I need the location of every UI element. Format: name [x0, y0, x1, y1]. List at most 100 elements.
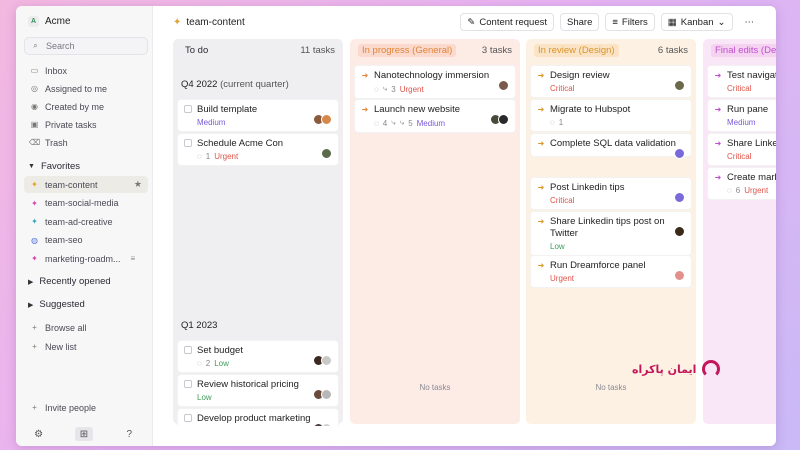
task-card[interactable]: ➜ Run Dreamforce panel Urgent — [530, 255, 692, 288]
group-name: Q1 2023 — [181, 320, 218, 331]
priority-label: Urgent — [399, 84, 424, 94]
search-icon: ⌕ — [33, 41, 38, 50]
new-list-button[interactable]: + New list — [24, 338, 148, 355]
browse-all-button[interactable]: + Browse all — [24, 319, 148, 336]
avatar — [321, 389, 332, 400]
compose-icon[interactable]: ⊞ — [74, 427, 93, 441]
no-tasks-label: No tasks — [595, 383, 627, 392]
subtask-icon: ⤷ — [391, 118, 396, 127]
sidebar-item-label: Created by me — [45, 101, 105, 112]
task-card[interactable]: Develop product marketing — [177, 408, 339, 426]
task-card[interactable]: ➜ Complete SQL data validation — [530, 133, 692, 159]
task-title: Schedule Acme Con — [197, 138, 284, 149]
favorite-item[interactable]: ✦ team-ad-creative — [24, 213, 148, 230]
suggested-title: Suggested — [39, 299, 85, 310]
task-card[interactable]: ➜ Share Linked Critical — [707, 133, 776, 166]
avatar — [321, 148, 332, 159]
filter-icon: ≡ — [130, 254, 136, 263]
avatar — [674, 192, 685, 203]
task-card[interactable]: ➜ Design review Critical — [530, 65, 692, 98]
checkbox-icon[interactable] — [184, 414, 192, 422]
share-button[interactable]: Share — [560, 13, 600, 31]
column-header[interactable]: In progress (General) 3 tasks — [350, 39, 520, 61]
workspace-switcher[interactable]: A Acme — [28, 16, 71, 27]
task-card[interactable]: Schedule Acme Con ◌ 1 Urgent — [177, 133, 339, 166]
search-input[interactable]: ⌕ Search — [24, 37, 148, 55]
task-card[interactable]: Set budget ◌ 2 Low — [177, 340, 339, 373]
help-icon[interactable]: ? — [120, 427, 138, 441]
checkbox-icon[interactable] — [184, 380, 192, 388]
sidebar-item-trash[interactable]: ⌫ Trash — [24, 134, 148, 151]
task-card[interactable]: Build template Medium — [177, 99, 339, 132]
breadcrumb-label: team-content — [186, 16, 245, 28]
task-card[interactable]: ➜ Share Linkedin tips post on Twitter Low — [530, 211, 692, 256]
favorites-header[interactable]: ▼ Favorites — [28, 161, 80, 172]
assignee-avatars — [490, 114, 509, 125]
subtask-icon: ⤷ — [399, 118, 405, 127]
task-title: Run pane — [727, 104, 769, 115]
meta-count: 1 — [558, 118, 564, 127]
task-title: Post Linkedin tips — [550, 182, 625, 193]
favorite-item[interactable]: ◍ team-seo — [24, 232, 148, 249]
task-meta: Critical — [550, 196, 685, 205]
plus-icon: + — [32, 403, 37, 412]
task-card[interactable]: ➜ Create marke capacity plar ◌6Urgent — [707, 167, 776, 200]
meta-count: 2 — [205, 359, 211, 368]
task-title: Run Dreamforce panel — [550, 260, 646, 271]
task-card[interactable]: ➜ Nanotechnology immersion ◌ ⤷ 3 Urgent — [354, 65, 516, 99]
task-card[interactable]: ➜ Launch new website ◌ 4 ⤷ ⤷ 5 Medium — [354, 99, 516, 133]
task-card[interactable]: ➜ Post Linkedin tips Critical — [530, 177, 692, 210]
assignee-avatars — [674, 192, 685, 203]
globe-icon: ◍ — [31, 235, 38, 245]
more-menu-button[interactable]: ⋯ — [738, 13, 760, 31]
column-header[interactable]: Final edits (Des — [703, 39, 776, 61]
task-meta: Low — [550, 242, 685, 251]
sidebar-item-created-by-me[interactable]: ◉ Created by me — [24, 98, 148, 115]
settings-gear-icon[interactable]: ⚙ — [30, 427, 48, 441]
column-header[interactable]: To do 11 tasks — [173, 39, 343, 61]
task-title: Test navigati — [727, 70, 776, 81]
favorite-item-label: team-seo — [45, 235, 83, 245]
favorite-item[interactable]: ✦ team-social-media — [24, 195, 148, 212]
task-meta: ◌ 1 — [550, 118, 685, 127]
breadcrumb[interactable]: ✦ team-content — [173, 17, 245, 28]
sidebar-item-assigned-to-me[interactable]: ◎ Assigned to me — [24, 80, 148, 97]
assignee-avatars — [674, 80, 685, 91]
filters-button[interactable]: ≡ Filters — [605, 13, 655, 31]
task-card[interactable]: ➜ Migrate to Hubspot ◌ 1 — [530, 99, 692, 132]
priority-label: Urgent — [744, 186, 769, 195]
task-meta: Critical — [727, 84, 776, 93]
column-header[interactable]: In review (Design) 6 tasks — [526, 39, 696, 61]
sparkle-icon: ✦ — [31, 254, 38, 263]
checkbox-icon[interactable] — [184, 105, 192, 113]
avatar — [674, 80, 685, 91]
task-card[interactable]: ➜ Run pane Medium — [707, 99, 776, 132]
checkbox-icon[interactable] — [184, 139, 192, 147]
meta-count: 6 — [735, 186, 741, 195]
inbox-icon: ▭ — [30, 66, 39, 75]
task-card[interactable]: Review historical pricing Low — [177, 374, 339, 407]
kanban-column: In progress (General) 3 tasks ➜ Nanotechnol… — [350, 39, 520, 424]
status-arrow-icon: ➜ — [537, 182, 545, 192]
column-title: Final edits (Des — [711, 43, 776, 57]
subtask-icon: ⤷ — [382, 84, 388, 93]
sparkle-icon: ✦ — [31, 198, 38, 208]
view-select[interactable]: ▦ Kanban ⌄ — [660, 13, 733, 31]
task-card[interactable]: ➜ Test navigati Critical — [707, 65, 776, 98]
recently-opened-header[interactable]: ▶ Recently opened — [28, 276, 111, 287]
favorites-title: Favorites — [40, 161, 81, 172]
suggested-header[interactable]: ▶ Suggested — [28, 299, 85, 310]
sidebar-item-private-tasks[interactable]: ▣ Private tasks — [24, 116, 148, 133]
priority-label: Critical — [550, 84, 575, 93]
chevron-down-icon: ⌄ — [717, 16, 726, 28]
invite-people-button[interactable]: + Invite people — [24, 399, 148, 416]
workspace-logo: A — [28, 16, 39, 27]
more-icon: ⋯ — [744, 16, 755, 28]
sidebar-item-inbox[interactable]: ▭ Inbox — [24, 62, 148, 79]
favorite-item[interactable]: ✦ team-content ★ — [24, 176, 148, 193]
star-icon[interactable]: ★ — [134, 179, 142, 190]
favorite-item[interactable]: ✦ marketing-roadm... ≡ — [24, 250, 148, 267]
content-request-button[interactable]: ✎ Content request — [460, 13, 554, 31]
checkbox-icon[interactable] — [184, 346, 192, 354]
view-label: Kanban — [680, 16, 714, 28]
